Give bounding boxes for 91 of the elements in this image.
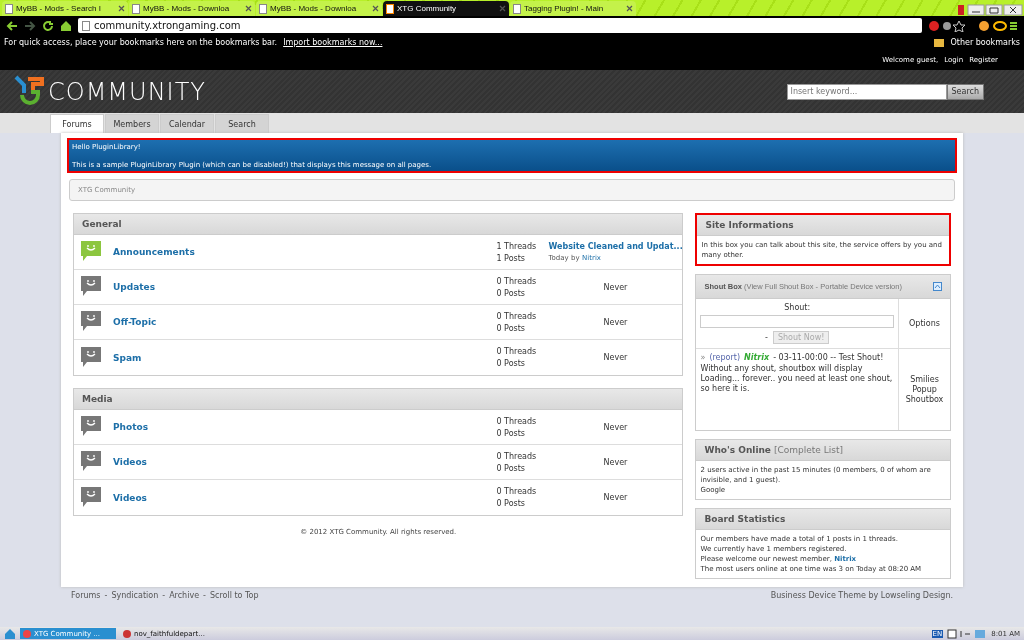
post-count: 0 Posts bbox=[496, 499, 526, 508]
post-count: 0 Posts bbox=[496, 323, 526, 333]
report-link[interactable]: (report) bbox=[709, 353, 741, 363]
address-bar[interactable]: community.xtrongaming.com bbox=[78, 18, 922, 33]
footer-link[interactable]: Syndication bbox=[111, 591, 159, 600]
shoutbox-link[interactable]: Shoutbox bbox=[905, 395, 944, 404]
separator-text: - bbox=[203, 591, 206, 600]
thread-count: 0 Threads bbox=[496, 347, 538, 356]
forum-link[interactable]: Off-Topic bbox=[113, 317, 497, 327]
separator-text: - bbox=[104, 591, 108, 600]
panel-title: Site Informations bbox=[697, 215, 949, 236]
post-count: 0 Posts bbox=[496, 359, 526, 368]
last-post-text: Never bbox=[603, 282, 628, 292]
logo-text: COMMUNITY bbox=[48, 77, 206, 106]
options-link[interactable]: Options bbox=[909, 319, 940, 328]
search-button[interactable]: Search bbox=[946, 83, 984, 100]
category-title: General bbox=[74, 214, 683, 235]
shoutbox-link[interactable]: Popup bbox=[912, 385, 937, 394]
separator-text: - bbox=[162, 591, 166, 600]
footer-link[interactable]: Forums bbox=[71, 591, 101, 600]
last-post-text: Never bbox=[603, 493, 628, 502]
category-title: Media bbox=[74, 389, 683, 410]
thread-count: 0 Threads bbox=[496, 416, 538, 426]
close-icon[interactable] bbox=[626, 5, 633, 12]
footer-link[interactable]: Scroll to Top bbox=[209, 591, 259, 600]
close-icon[interactable] bbox=[372, 5, 379, 12]
shout-text: Without any shout, shoutbox will display Loading... forever.. you need at least one shout, so here it is. bbox=[700, 364, 894, 394]
last-post-text: Never bbox=[603, 457, 628, 467]
panel-title: Who's Online bbox=[704, 445, 771, 455]
browser-tab[interactable]: MyBB - Mods - Downloa bbox=[256, 1, 382, 16]
tray-icons[interactable] bbox=[947, 628, 988, 639]
complete-list-link[interactable]: [Complete List] bbox=[774, 445, 843, 455]
back-icon[interactable] bbox=[6, 19, 18, 32]
post-count: 0 Posts bbox=[496, 288, 526, 298]
page-icon bbox=[82, 20, 90, 31]
theme-credit: Business Device Theme by Lowseling Design. bbox=[770, 591, 953, 600]
forum-link[interactable]: Spam bbox=[113, 352, 497, 363]
browser-tab[interactable]: MyBB - Mods - Search I bbox=[2, 1, 128, 16]
nav-tab[interactable]: Search bbox=[215, 114, 269, 133]
forum-link[interactable]: Announcements bbox=[113, 247, 497, 257]
forum-link[interactable]: Photos bbox=[113, 422, 497, 432]
reload-icon[interactable] bbox=[42, 19, 54, 32]
forum-link[interactable]: Updates bbox=[113, 282, 497, 292]
nav-tab[interactable]: Members bbox=[105, 114, 159, 133]
thread-count: 1 Threads bbox=[496, 241, 538, 251]
panel-title: Board Statistics bbox=[696, 509, 950, 530]
shout-field[interactable] bbox=[700, 315, 894, 328]
shoutbox-link[interactable]: Smilies bbox=[910, 375, 939, 384]
import-bookmarks-link[interactable]: Import bookmarks now... bbox=[283, 38, 383, 47]
thread-count: 0 Threads bbox=[496, 311, 538, 321]
post-count: 0 Posts bbox=[496, 463, 526, 473]
thread-count: 0 Threads bbox=[496, 451, 538, 461]
forward-icon[interactable] bbox=[24, 19, 36, 32]
app-icon bbox=[23, 629, 31, 638]
window-controls-icon[interactable] bbox=[958, 4, 1024, 16]
page-icon bbox=[132, 3, 140, 14]
shout-label: Shout: bbox=[784, 303, 811, 312]
home-icon[interactable] bbox=[60, 19, 72, 32]
post-count: 1 Posts bbox=[496, 253, 526, 263]
search-field[interactable]: Insert keyword... bbox=[786, 83, 947, 100]
last-post-text: Never bbox=[603, 353, 628, 362]
last-post-text: Never bbox=[603, 317, 628, 327]
close-icon[interactable] bbox=[245, 5, 252, 12]
collapse-icon[interactable] bbox=[933, 282, 942, 291]
page-icon bbox=[5, 3, 13, 14]
footer-link[interactable]: Archive bbox=[169, 591, 200, 600]
forum-link[interactable]: Videos bbox=[113, 457, 497, 467]
nav-tab[interactable]: Forums bbox=[50, 114, 104, 133]
browser-tab[interactable]: XTG Community bbox=[383, 1, 509, 16]
other-bookmarks[interactable]: Other bookmarks bbox=[950, 38, 1020, 47]
last-post-link[interactable]: Website Cleaned and Updat... bbox=[548, 242, 683, 251]
browser-tab[interactable]: MyBB - Mods - Downloa bbox=[129, 1, 255, 16]
thread-count: 0 Threads bbox=[496, 276, 538, 286]
shout-marker: » bbox=[700, 353, 706, 363]
browser-tab[interactable]: Tagging Plugin! - Main bbox=[510, 1, 636, 16]
post-count: 0 Posts bbox=[496, 428, 526, 438]
close-icon[interactable] bbox=[499, 5, 506, 12]
thread-count: 0 Threads bbox=[496, 487, 538, 496]
nav-tab[interactable]: Calendar bbox=[160, 114, 214, 133]
extension-icons[interactable] bbox=[928, 19, 1018, 32]
bookmarks-hint: For quick access, place your bookmarks here on the bookmarks bar. bbox=[4, 38, 278, 47]
page-icon bbox=[259, 3, 267, 14]
forum-link[interactable]: Videos bbox=[113, 492, 497, 503]
shout-meta: - 03-11-00:00 -- Test Shout! bbox=[773, 353, 884, 363]
separator-text: - bbox=[765, 333, 768, 342]
page-icon bbox=[386, 3, 394, 14]
last-post-text: Never bbox=[603, 422, 628, 432]
app-icon bbox=[123, 629, 131, 638]
page-icon bbox=[513, 3, 521, 14]
folder-icon bbox=[934, 38, 945, 47]
close-icon[interactable] bbox=[118, 5, 125, 12]
